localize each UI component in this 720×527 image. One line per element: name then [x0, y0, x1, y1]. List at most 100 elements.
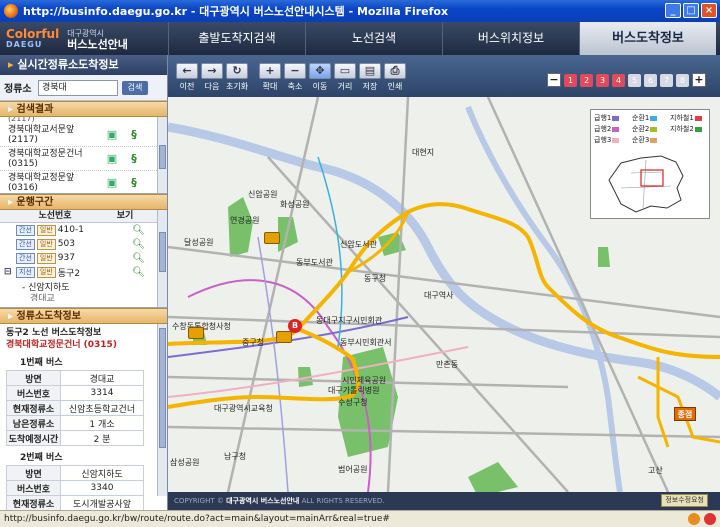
zoom-level-4[interactable]: 4: [612, 73, 625, 87]
stop-marker-b[interactable]: B: [288, 319, 302, 333]
zoom-level-7[interactable]: 7: [660, 73, 673, 87]
zoom-plus-button[interactable]: +: [692, 73, 706, 87]
logo-service-name: 버스노선안내: [67, 37, 128, 51]
legend-item: 급행3: [594, 135, 630, 145]
map-panel: ← 이전 → 다음 ↻ 초기화 + 확대 − 축소 ✥ 이동 ▭ 거리 ▤ 저장 ⎙ 인쇄 − 1…: [168, 55, 720, 510]
map-label: 수성구청: [338, 398, 368, 407]
nav-route-search[interactable]: 노선검색: [305, 22, 442, 55]
bus-stop-icon[interactable]: ▣: [104, 128, 120, 142]
reset-button[interactable]: ↻ 초기화: [226, 63, 248, 92]
end-stop-marker[interactable]: 종점: [674, 407, 696, 421]
legend-item: 급행2: [594, 124, 630, 134]
arrival-scrollbar[interactable]: [157, 324, 167, 496]
magnifier-icon[interactable]: 🔍︎: [132, 267, 145, 278]
map-label: 동대구지구시민회관: [316, 316, 383, 325]
route-number[interactable]: 410-1: [58, 225, 84, 235]
legend-item: 지하철2: [670, 124, 706, 134]
stop-search-button[interactable]: 검색: [122, 80, 148, 95]
pan-button[interactable]: ✥ 이동: [309, 63, 331, 92]
table-row: 방면 경대교: [6, 370, 144, 386]
next-button[interactable]: → 다음: [201, 63, 223, 92]
route-number[interactable]: 동구2: [58, 266, 80, 279]
firefox-status-icon: [688, 513, 700, 525]
route-icon[interactable]: §: [126, 176, 142, 190]
sub-stop-row-partial: 경대교: [30, 293, 55, 302]
print-button[interactable]: ⎙ 인쇄: [384, 63, 406, 92]
table-row[interactable]: 간선 일반 410-1 🔍︎: [0, 223, 167, 237]
second-bus-heading: 2번째 버스: [20, 453, 63, 463]
map-canvas[interactable]: 대현지 신암공원 화성공원 연경공원 달성공원 신암도서관 동부도서관 동구청 …: [168, 97, 720, 492]
route-number[interactable]: 937: [58, 253, 75, 263]
magnifier-icon[interactable]: 🔍︎: [132, 225, 145, 236]
bus-icon[interactable]: [276, 331, 292, 343]
nav-route-search-origin-destination[interactable]: 출발도착지검색: [168, 22, 305, 55]
mini-map[interactable]: [591, 148, 709, 218]
table-row: 도착예정시간 2 분: [6, 430, 144, 446]
results-scrollbar[interactable]: [157, 117, 167, 193]
zoom-level-1[interactable]: 1: [564, 73, 577, 87]
table-row[interactable]: ⊟ 지선 일반 동구2 🔍︎: [0, 265, 167, 279]
zoom-level-control: − 1 2 3 4 5 6 7 8 +: [547, 73, 706, 87]
nav-bus-location[interactable]: 버스위치정보: [442, 22, 579, 55]
zoom-minus-button[interactable]: −: [547, 73, 561, 87]
panel-title: 실시간정류소도착정보: [0, 55, 167, 75]
bus-icon[interactable]: [188, 327, 204, 339]
collapse-icon[interactable]: ⊟: [4, 267, 16, 277]
zoom-level-3[interactable]: 3: [596, 73, 609, 87]
maximize-icon[interactable]: □: [683, 3, 699, 18]
bus-stop-icon[interactable]: ▣: [104, 152, 120, 166]
logo-colorful: Colorful: [6, 26, 60, 41]
table-row: 남은정류소 1 개소: [6, 415, 144, 431]
legend-item: 순환1: [632, 113, 668, 123]
save-button[interactable]: ▤ 저장: [359, 63, 381, 92]
map-label: 중구청: [242, 338, 265, 347]
minus-icon: −: [284, 63, 306, 79]
window-title: http://businfo.daegu.go.kr - 대구광역시 버스노선안…: [23, 5, 449, 18]
stop-search-label: 정류소: [4, 84, 32, 95]
refresh-icon: ↻: [226, 63, 248, 79]
route-number[interactable]: 503: [58, 239, 75, 249]
table-row[interactable]: 간선 일반 937 🔍︎: [0, 251, 167, 265]
list-item[interactable]: 경북대학교정문앞 (0316) ▣ §: [0, 171, 167, 193]
distance-button[interactable]: ▭ 거리: [334, 63, 356, 92]
route-table: 노선번호 보기 간선 일반 410-1 🔍︎ 간선 일반 503 🔍︎ 간선 일반 9…: [0, 210, 167, 308]
nav-bus-arrival[interactable]: 버스도착정보: [579, 22, 716, 55]
route-icon[interactable]: §: [126, 128, 142, 142]
zoom-in-button[interactable]: + 확대: [259, 63, 281, 92]
table-row[interactable]: 간선 일반 503 🔍︎: [0, 237, 167, 251]
legend-item: 급행1: [594, 113, 630, 123]
map-label: 화성공원: [280, 200, 310, 209]
stop-search-input[interactable]: 경북대: [38, 79, 118, 96]
sub-stop-row[interactable]: - 신암지하도: [0, 279, 167, 293]
bus-icon[interactable]: [264, 232, 280, 244]
arrival-route-title: 동구2 노선 버스도착정보 경북대학교정문건너 (0315): [6, 328, 117, 350]
route-icon[interactable]: §: [126, 152, 142, 166]
magnifier-icon[interactable]: 🔍︎: [132, 253, 145, 264]
table-row: 현재정류소 신암초등학교건너: [6, 400, 144, 416]
legend-item: 순환3: [632, 135, 668, 145]
prev-button[interactable]: ← 이전: [176, 63, 198, 92]
zoom-level-8[interactable]: 8: [676, 73, 689, 87]
close-icon[interactable]: ×: [701, 3, 717, 18]
map-label: 만촌동: [436, 360, 459, 369]
map-label: 대구역사: [424, 291, 454, 300]
save-icon: ▤: [359, 63, 381, 79]
adblock-icon[interactable]: [704, 513, 716, 525]
magnifier-icon[interactable]: 🔍︎: [132, 239, 145, 250]
list-item[interactable]: 경북대학교서문앞 (2117) ▣ §: [0, 123, 167, 147]
zoom-out-button[interactable]: − 축소: [284, 63, 306, 92]
zoom-level-6[interactable]: 6: [644, 73, 657, 87]
table-row: 현재정류소 도시개발공사앞: [6, 495, 144, 511]
route-scrollbar[interactable]: [157, 210, 167, 307]
map-label: 남구청: [224, 452, 247, 461]
report-edit-button[interactable]: 정보수정요청: [661, 494, 708, 507]
route-section-title: 운행구간: [0, 194, 167, 210]
zoom-level-5[interactable]: 5: [628, 73, 641, 87]
zoom-level-2[interactable]: 2: [580, 73, 593, 87]
minimize-icon[interactable]: _: [665, 3, 681, 18]
list-item[interactable]: 경북대학교정문건너 (0315) ▣ §: [0, 147, 167, 171]
bus-stop-icon[interactable]: ▣: [104, 176, 120, 190]
second-bus-table: 방면 신암지하도 버스번호 3340 현재정류소 도시개발공사앞: [6, 465, 144, 511]
site-logo[interactable]: Colorful DAEGU 대구광역시 버스노선안내: [0, 22, 168, 55]
map-label: 대현지: [412, 148, 435, 157]
